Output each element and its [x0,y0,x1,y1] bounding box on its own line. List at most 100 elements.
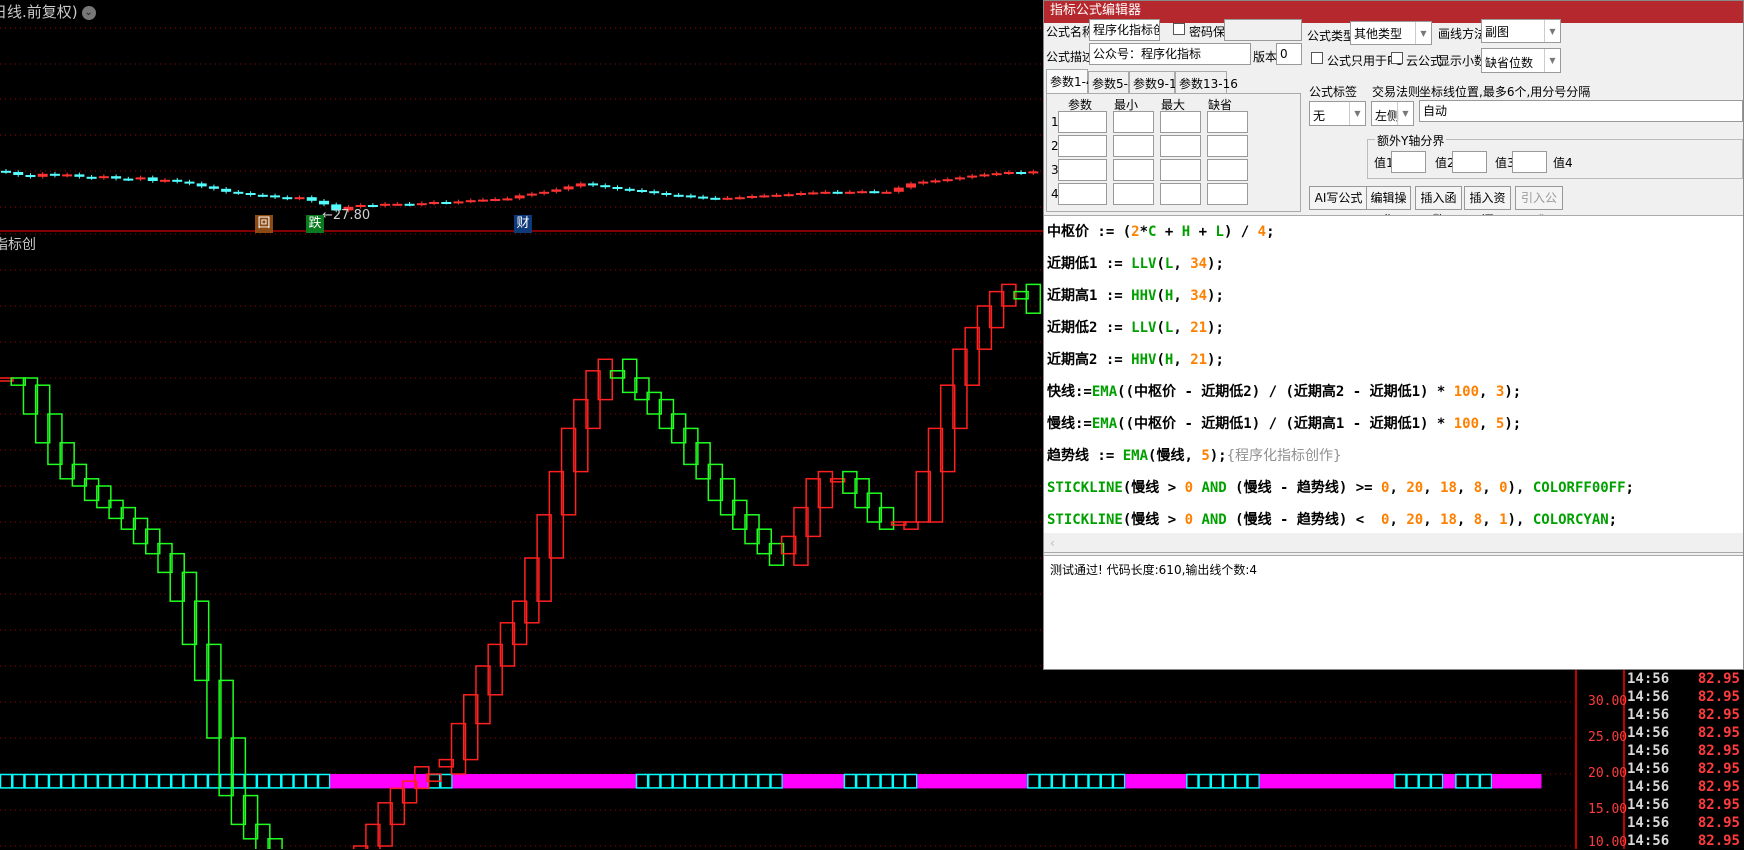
stick-cyan [1467,773,1481,789]
marker-cai[interactable]: 财 [514,215,532,233]
button-2[interactable]: 插入函数 [1415,186,1462,227]
code-token: 21 [1190,320,1208,336]
trade-rule-select[interactable]: 左侧 ▼ [1371,101,1414,126]
trade-rule-label: 交易法则 [1372,85,1421,99]
button-1[interactable]: 编辑操作 [1366,186,1411,227]
candle-body [954,177,965,180]
param-input[interactable] [1207,183,1248,205]
code-token: LLV [1131,256,1157,272]
candle-body [147,177,158,181]
tag-select[interactable]: 无 ▼ [1309,101,1366,126]
axis-label: 30.00 [1588,694,1628,709]
param-input[interactable] [1113,183,1154,205]
pc-only-checkbox[interactable] [1311,52,1323,64]
param-input[interactable] [1113,135,1154,157]
formula-name-input[interactable]: 程序化指标创 [1089,19,1160,41]
horizontal-scrollbar[interactable]: ‹ [1044,533,1743,553]
cloud-checkbox[interactable] [1391,52,1403,64]
yaxis-value-input[interactable] [1452,151,1487,173]
stick-cyan [0,773,13,789]
candle-body [514,195,525,199]
candle-body [906,183,917,188]
status-output: 测试通过! 代码长度:610,输出线个数:4 [1044,555,1743,669]
tick-row[interactable]: 14:56 82.95 [1627,814,1744,832]
param-input[interactable] [1207,159,1248,181]
param-input[interactable] [1058,135,1107,157]
version-input[interactable]: 0 [1276,43,1302,65]
code-token: 0 [1184,480,1194,496]
tab-params-9-12[interactable]: 参数9-12 [1129,71,1184,93]
param-input[interactable] [1113,111,1154,133]
stick-cyan [647,773,661,789]
code-line: 近期低1 := LLV(L, 34); [1047,253,1224,273]
candle-body [710,197,721,200]
tab-params-1-4[interactable]: 参数1-4 [1046,69,1094,94]
candle-body [857,191,868,194]
decimals-select[interactable]: 缺省位数 ▼ [1481,48,1561,73]
tick-row[interactable]: 14:56 82.95 [1627,760,1744,778]
tick-row[interactable]: 14:56 82.95 [1627,832,1744,850]
tick-row[interactable]: 14:56 82.95 [1627,742,1744,760]
tick-price: 82.95 [1697,671,1740,687]
yaxis-value-input[interactable] [1391,151,1426,173]
yaxis-value-input[interactable] [1512,151,1547,173]
tick-row[interactable]: 14:56 82.95 [1627,688,1744,706]
candle-body [172,179,183,182]
tab-params-5-8[interactable]: 参数5-8 [1088,71,1136,93]
tab-params-13-16[interactable]: 参数13-16 [1175,71,1238,93]
param-input[interactable] [1058,159,1107,181]
formula-editor-dialog[interactable]: 指标公式编辑器 公式名称 程序化指标创 密码保护 公式类型 其他类型 ▼ 画线方法… [1043,0,1744,670]
candle-body [490,199,501,201]
stick-magenta [990,774,1004,789]
code-editor[interactable]: 中枢价 := (2*C + H + L) / 4; 近期低1 := LLV(L, … [1044,215,1743,533]
candle-body [367,205,378,207]
draw-method-select[interactable]: 副图 ▼ [1481,19,1561,43]
candle-body [636,190,647,192]
param-input[interactable] [1160,135,1201,157]
stick-magenta [1125,774,1138,789]
stick-cyan [1051,773,1065,789]
code-line: STICKLINE(慢线 > 0 AND (慢线 - 趋势线) >= 0, 20… [1047,477,1634,497]
coord-lines-input[interactable]: 自动 [1419,100,1743,122]
param-input[interactable] [1058,183,1107,205]
param-input[interactable] [1058,111,1107,133]
param-input[interactable] [1160,183,1201,205]
code-token: , [1479,416,1496,432]
stick-magenta [953,774,967,789]
button-0[interactable]: AI写公式 [1309,186,1368,210]
param-input[interactable] [1113,159,1154,181]
password-input[interactable] [1224,19,1302,41]
tick-row[interactable]: 14:56 82.95 [1627,796,1744,814]
desc-label: 公式描述 [1046,50,1095,64]
stick-magenta [1296,774,1310,789]
tick-row[interactable]: 14:56 82.95 [1627,778,1744,796]
param-input[interactable] [1207,111,1248,133]
param-input[interactable] [1160,159,1201,181]
stick-cyan [1198,773,1212,789]
candle-body [881,191,892,194]
code-token: ); [1207,256,1224,272]
marker-hui[interactable]: 回 [255,215,273,233]
formula-type-select[interactable]: 其他类型 ▼ [1350,21,1432,45]
candle-body [942,179,953,182]
tick-row[interactable]: 14:56 82.95 [1627,670,1744,688]
tick-time: 14:56 [1627,743,1670,759]
marker-die[interactable]: 跌 [306,215,324,233]
button-3[interactable]: 插入资源 [1464,186,1511,227]
scroll-left-icon[interactable]: ‹ [1050,536,1055,550]
tick-row[interactable]: 14:56 82.95 [1627,706,1744,724]
formula-desc-input[interactable]: 公众号：程序化指标 [1089,43,1251,65]
button-4[interactable]: 引入公式 [1515,186,1563,227]
candle-body [184,181,195,184]
password-checkbox[interactable] [1173,23,1185,35]
chevron-down-icon[interactable]: ⌄ [81,6,96,20]
code-token: COLORCYAN [1532,512,1609,528]
candle-body [221,188,232,192]
param-input[interactable] [1160,111,1201,133]
code-token: , [1423,480,1441,496]
param-input[interactable] [1207,135,1248,157]
tick-row[interactable]: 14:56 82.95 [1627,724,1744,742]
period-label[interactable]: 日线.前复权) ⌄ [0,1,96,22]
code-token: 34 [1190,256,1208,272]
stick-cyan [268,773,282,789]
